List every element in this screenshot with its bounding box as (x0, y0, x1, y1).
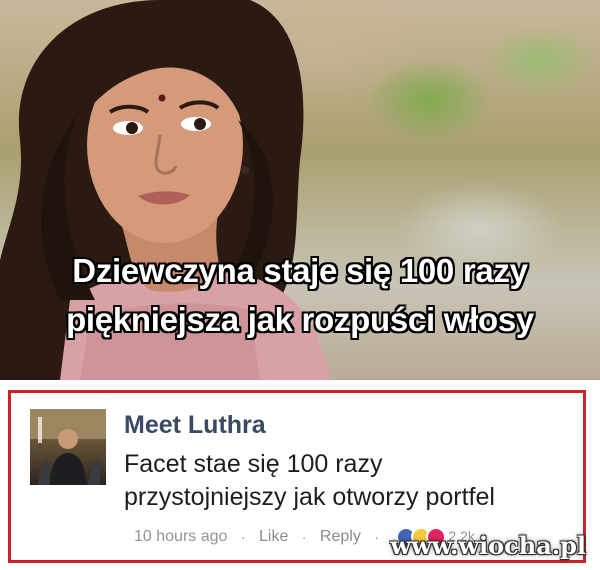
watermark: www.wiocha.pl (390, 531, 586, 560)
comment-text: Facet stae się 100 razy przystojniejszy … (124, 448, 564, 514)
comment-text-line-2: przystojniejszy jak otworzy portfel (124, 483, 495, 511)
like-link[interactable]: Like (259, 528, 288, 546)
separator-dot: · (240, 529, 246, 545)
comment-section: Meet Luthra Facet stae się 100 razy przy… (0, 380, 600, 570)
avatar-photo-icon (30, 409, 106, 485)
meme-photo: Dziewczyna staje się 100 razy piękniejsz… (0, 0, 600, 380)
comment-author[interactable]: Meet Luthra (124, 411, 266, 440)
reply-link[interactable]: Reply (320, 528, 361, 546)
comment-text-line-1: Facet stae się 100 razy (124, 450, 383, 478)
avatar[interactable] (30, 409, 106, 485)
comment-timestamp[interactable]: 10 hours ago (134, 528, 227, 546)
separator-dot: · (301, 529, 307, 545)
meme-caption-line-2: piękniejsza jak rozpuści włosy (66, 301, 534, 338)
separator-dot: · (374, 529, 379, 545)
meme-caption-line-1: Dziewczyna staje się 100 razy (72, 252, 528, 289)
